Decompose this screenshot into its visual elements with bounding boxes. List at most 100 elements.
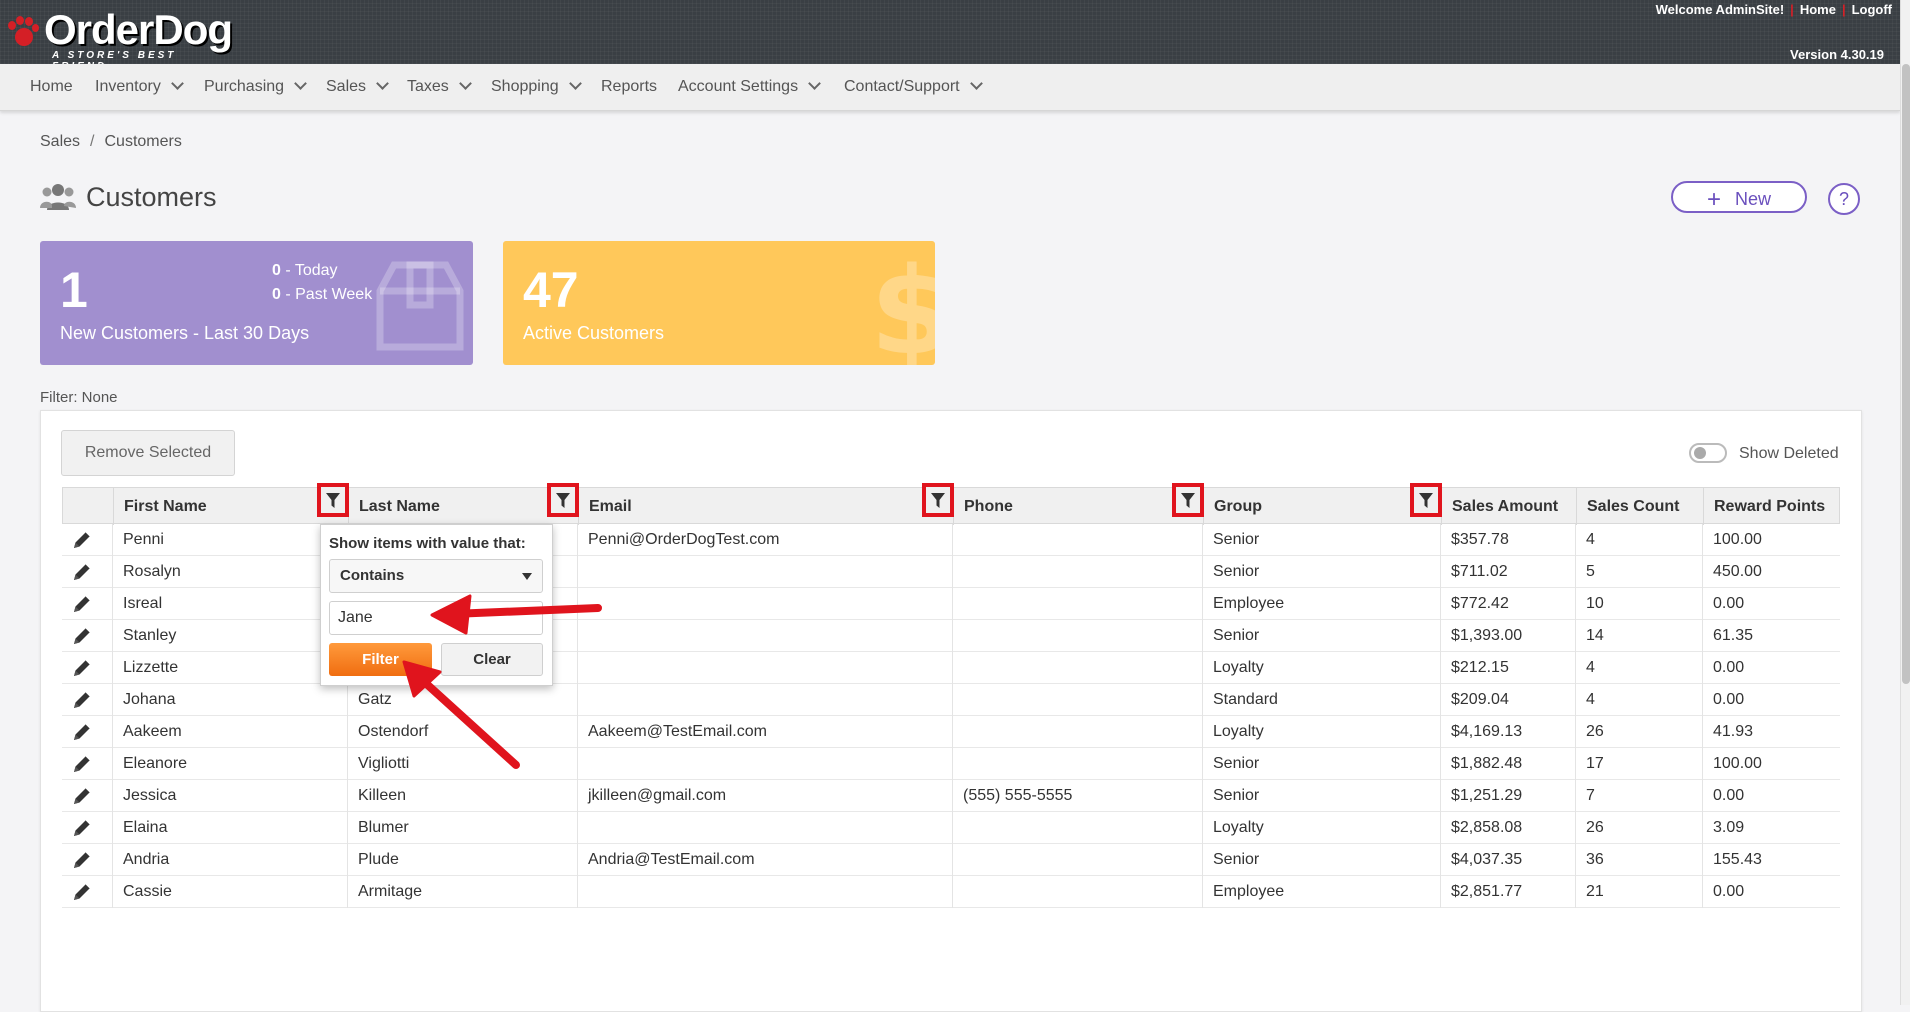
nav-home[interactable]: Home xyxy=(30,78,73,96)
nav-account-settings[interactable]: Account Settings xyxy=(678,77,821,96)
group-filter-button[interactable] xyxy=(1410,483,1442,517)
phone-cell xyxy=(953,716,1203,748)
table-row[interactable]: Andria Plude Andria@TestEmail.com Senior $4,… xyxy=(62,844,1840,876)
show-deleted-label: Show Deleted xyxy=(1739,445,1839,462)
show-deleted-toggle[interactable] xyxy=(1689,443,1727,463)
first-name-cell: Andria xyxy=(113,844,348,876)
group-cell: Standard xyxy=(1203,684,1441,716)
header-group[interactable]: Group xyxy=(1204,488,1442,525)
phone-cell xyxy=(953,684,1203,716)
email-filter-button[interactable] xyxy=(922,483,954,517)
table-row[interactable]: Johana Gatz Standard $209.04 4 0.00 xyxy=(62,684,1840,716)
sales-amount-cell: $4,037.35 xyxy=(1441,844,1576,876)
email-cell xyxy=(578,684,953,716)
logoff-link[interactable]: Logoff xyxy=(1852,2,1892,17)
last-name-cell: Gatz xyxy=(348,684,578,716)
filter-clear-button[interactable]: Clear xyxy=(441,643,543,676)
filter-operator-select[interactable]: Contains xyxy=(329,559,543,593)
filter-value-input[interactable] xyxy=(329,601,543,635)
sales-amount-cell: $357.78 xyxy=(1441,524,1576,556)
email-cell xyxy=(578,556,953,588)
caret-down-icon xyxy=(522,573,532,580)
filter-apply-button[interactable]: Filter xyxy=(329,643,432,676)
phone-cell xyxy=(953,812,1203,844)
remove-selected-button[interactable]: Remove Selected xyxy=(61,430,235,476)
first-name-cell: Rosalyn xyxy=(113,556,348,588)
page-title: Customers xyxy=(86,182,217,212)
header-sales-amount[interactable]: Sales Amount xyxy=(1442,488,1577,525)
header-phone[interactable]: Phone xyxy=(954,488,1204,525)
group-cell: Loyalty xyxy=(1203,812,1441,844)
today-count: 0 - Today xyxy=(272,262,338,279)
header-reward-points[interactable]: Reward Points xyxy=(1704,488,1841,525)
first-name-cell: Penni xyxy=(113,524,348,556)
pencil-icon[interactable] xyxy=(71,657,93,679)
email-cell xyxy=(578,812,953,844)
help-button[interactable]: ? xyxy=(1828,183,1860,215)
sales-amount-cell: $209.04 xyxy=(1441,684,1576,716)
orderdog-logo[interactable]: OrderDog A STORE'S BEST FRIEND xyxy=(6,6,236,72)
reward-points-cell: 0.00 xyxy=(1713,691,1745,708)
first-name-cell: Jessica xyxy=(113,780,348,812)
sales-count-cell: 7 xyxy=(1576,780,1703,812)
box-icon xyxy=(376,261,464,351)
funnel-icon xyxy=(326,493,340,508)
pencil-icon[interactable] xyxy=(71,817,93,839)
header-last-name[interactable]: Last Name xyxy=(349,488,579,525)
pencil-icon[interactable] xyxy=(71,625,93,647)
table-row[interactable]: Aakeem Ostendorf Aakeem@TestEmail.com Loyal… xyxy=(62,716,1840,748)
nav-taxes[interactable]: Taxes xyxy=(407,77,472,96)
edit-cell xyxy=(62,524,113,556)
pencil-icon[interactable] xyxy=(71,881,93,903)
header-sales-count[interactable]: Sales Count xyxy=(1577,488,1704,525)
pencil-icon[interactable] xyxy=(71,689,93,711)
first-name-cell: Isreal xyxy=(113,588,348,620)
group-cell: Senior xyxy=(1203,748,1441,780)
sales-count-cell: 14 xyxy=(1576,620,1703,652)
first-name-cell: Elaina xyxy=(113,812,348,844)
reward-points-cell: 61.35 xyxy=(1713,627,1754,644)
pencil-icon[interactable] xyxy=(71,593,93,615)
top-header: OrderDog A STORE'S BEST FRIEND Welcome A… xyxy=(0,0,1910,72)
phone-cell xyxy=(953,588,1203,620)
header-first-name[interactable]: First Name xyxy=(114,488,349,525)
table-row[interactable]: Eleanore Vigliotti Senior $1,882.48 17 100.00 xyxy=(62,748,1840,780)
group-cell: Employee xyxy=(1203,876,1441,908)
group-cell: Senior xyxy=(1203,780,1441,812)
pencil-icon[interactable] xyxy=(71,849,93,871)
reward-points-cell: 450.00 xyxy=(1713,563,1762,580)
reward-points-cell: 100.00 xyxy=(1713,755,1762,772)
pencil-icon[interactable] xyxy=(71,753,93,775)
nav-shopping[interactable]: Shopping xyxy=(491,77,582,96)
pencil-icon[interactable] xyxy=(71,529,93,551)
breadcrumb-customers: Customers xyxy=(104,133,182,150)
pencil-icon[interactable] xyxy=(71,785,93,807)
new-customer-button[interactable]: + New xyxy=(1671,181,1807,213)
header-email[interactable]: Email xyxy=(579,488,954,525)
edit-cell xyxy=(62,812,113,844)
last-name-filter-button[interactable] xyxy=(547,483,579,517)
table-row[interactable]: Cassie Armitage Employee $2,851.77 21 0.00 xyxy=(62,876,1840,908)
nav-reports[interactable]: Reports xyxy=(601,78,657,96)
table-row[interactable]: Jessica Killeen jkilleen@gmail.com (555) 55… xyxy=(62,780,1840,812)
edit-cell xyxy=(62,684,113,716)
table-row[interactable]: Elaina Blumer Loyalty $2,858.08 26 3.09 xyxy=(62,812,1840,844)
phone-filter-button[interactable] xyxy=(1172,483,1204,517)
filter-status: Filter: None xyxy=(40,389,118,406)
first-name-filter-button[interactable] xyxy=(317,483,349,517)
top-links: Welcome AdminSite! | Home | Logoff xyxy=(1655,2,1892,17)
sales-count-cell: 10 xyxy=(1576,588,1703,620)
breadcrumb-sales[interactable]: Sales xyxy=(40,133,80,150)
pencil-icon[interactable] xyxy=(71,561,93,583)
chevron-down-icon xyxy=(969,77,983,90)
nav-purchasing[interactable]: Purchasing xyxy=(204,77,307,96)
sales-count-cell: 21 xyxy=(1576,876,1703,908)
pencil-icon[interactable] xyxy=(71,721,93,743)
nav-contact-support[interactable]: Contact/Support xyxy=(844,77,983,96)
nav-inventory[interactable]: Inventory xyxy=(95,77,184,96)
page-scrollbar[interactable] xyxy=(1900,0,1910,1005)
nav-sales[interactable]: Sales xyxy=(326,77,389,96)
home-link[interactable]: Home xyxy=(1800,2,1836,17)
group-cell: Senior xyxy=(1203,556,1441,588)
svg-text:$: $ xyxy=(870,249,935,365)
